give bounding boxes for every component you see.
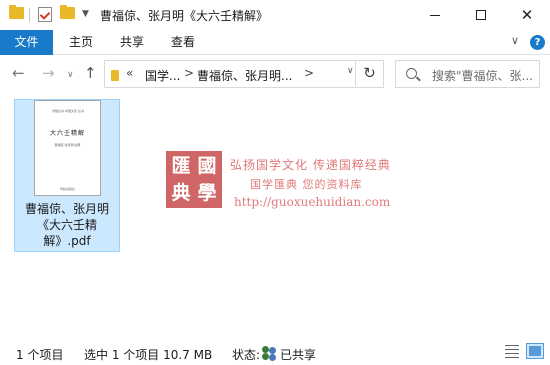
status-bar: 1 个项目 选中 1 个项目 10.7 MB 状态: 已共享	[0, 338, 550, 365]
quick-access-dropdown-icon[interactable]: ▼	[82, 9, 89, 19]
seal-char: 匯	[171, 155, 191, 177]
seal-char: 國	[197, 155, 217, 177]
watermark-seal: 匯 國 典 學	[166, 151, 222, 208]
tab-share[interactable]: 共享	[113, 30, 151, 55]
address-folder-icon	[111, 70, 119, 81]
forward-button[interactable]: →	[42, 65, 55, 81]
minimize-button[interactable]	[412, 0, 458, 30]
folder-icon[interactable]	[9, 5, 24, 19]
recent-locations-icon[interactable]: ∨	[67, 67, 74, 83]
maximize-button[interactable]	[458, 0, 504, 30]
file-list-area[interactable]: 术数丛书·中国文化·丛书 大六壬精解 曹福倞 张月明 编著 华龄出版社 曹福倞、…	[0, 93, 550, 338]
address-overflow-icon[interactable]: «	[126, 66, 133, 80]
seal-char: 學	[197, 182, 217, 204]
breadcrumb-segment[interactable]: 曹福倞、张月明...	[197, 67, 292, 84]
pdf-thumbnail: 术数丛书·中国文化·丛书 大六壬精解 曹福倞 张月明 编著 华龄出版社	[34, 100, 101, 196]
file-name: 曹福倞、张月明《大六壬精解》.pdf	[24, 202, 109, 248]
search-placeholder: 搜索"曹福倞、张...	[432, 69, 533, 83]
tab-file[interactable]: 文件	[0, 30, 53, 55]
maximize-icon	[476, 10, 486, 20]
seal-char: 典	[171, 182, 191, 204]
properties-check-icon[interactable]	[38, 7, 52, 22]
search-icon	[406, 68, 417, 79]
thumbnail-header: 术数丛书·中国文化·丛书	[52, 109, 84, 113]
thumbnail-publisher: 华龄出版社	[59, 187, 75, 191]
file-item-pdf[interactable]: 术数丛书·中国文化·丛书 大六壬精解 曹福倞 张月明 编著 华龄出版社 曹福倞、…	[14, 99, 120, 252]
thumbnail-title: 大六壬精解	[49, 130, 85, 137]
tab-view[interactable]: 查看	[163, 30, 203, 55]
ribbon-tab-bar: 文件 主页 共享 查看 ∨ ?	[0, 30, 550, 55]
title-separator	[29, 8, 30, 22]
large-icons-view-icon[interactable]	[526, 343, 544, 359]
close-icon: ✕	[520, 6, 534, 24]
window-title: 曹福倞、张月明《大六壬精解》	[100, 9, 269, 23]
address-bar[interactable]: « 国学... > 曹福倞、张月明... > ∨	[104, 60, 384, 88]
shared-users-icon	[262, 346, 278, 359]
selection-info: 选中 1 个项目 10.7 MB	[84, 348, 213, 362]
title-bar: ▼ 曹福倞、张月明《大六壬精解》 ✕	[0, 0, 550, 30]
state-label: 状态:	[232, 348, 261, 362]
minimize-icon	[430, 14, 440, 16]
address-dropdown-icon[interactable]: ∨	[347, 66, 354, 76]
navigation-bar: ← → ∨ ↑ « 国学... > 曹福倞、张月明... > ∨ ↻ 搜索"曹福…	[0, 55, 550, 93]
help-icon[interactable]: ?	[530, 35, 545, 50]
search-input[interactable]: 搜索"曹福倞、张...	[395, 60, 540, 88]
breadcrumb-chevron-icon[interactable]: >	[304, 66, 314, 80]
watermark-tagline: 国学匯典 您的资料库	[250, 178, 363, 191]
breadcrumb-segment[interactable]: 国学...	[145, 67, 180, 84]
up-button[interactable]: ↑	[84, 65, 97, 81]
watermark-slogan: 弘扬国学文化 传递国粹经典	[230, 158, 391, 172]
close-button[interactable]: ✕	[504, 0, 550, 30]
back-button[interactable]: ←	[12, 65, 25, 81]
thumbnail-authors: 曹福倞 张月明 编著	[54, 143, 81, 147]
details-view-icon[interactable]	[505, 345, 519, 358]
tab-home[interactable]: 主页	[60, 30, 102, 55]
state-value: 已共享	[280, 348, 317, 362]
refresh-button[interactable]: ↻	[355, 60, 383, 86]
item-count: 1 个项目	[16, 348, 64, 362]
new-folder-icon[interactable]	[60, 5, 75, 19]
expand-ribbon-icon[interactable]: ∨	[511, 34, 519, 47]
breadcrumb-chevron-icon[interactable]: >	[184, 66, 194, 80]
watermark-url: http://guoxuehuidian.com	[234, 195, 391, 209]
